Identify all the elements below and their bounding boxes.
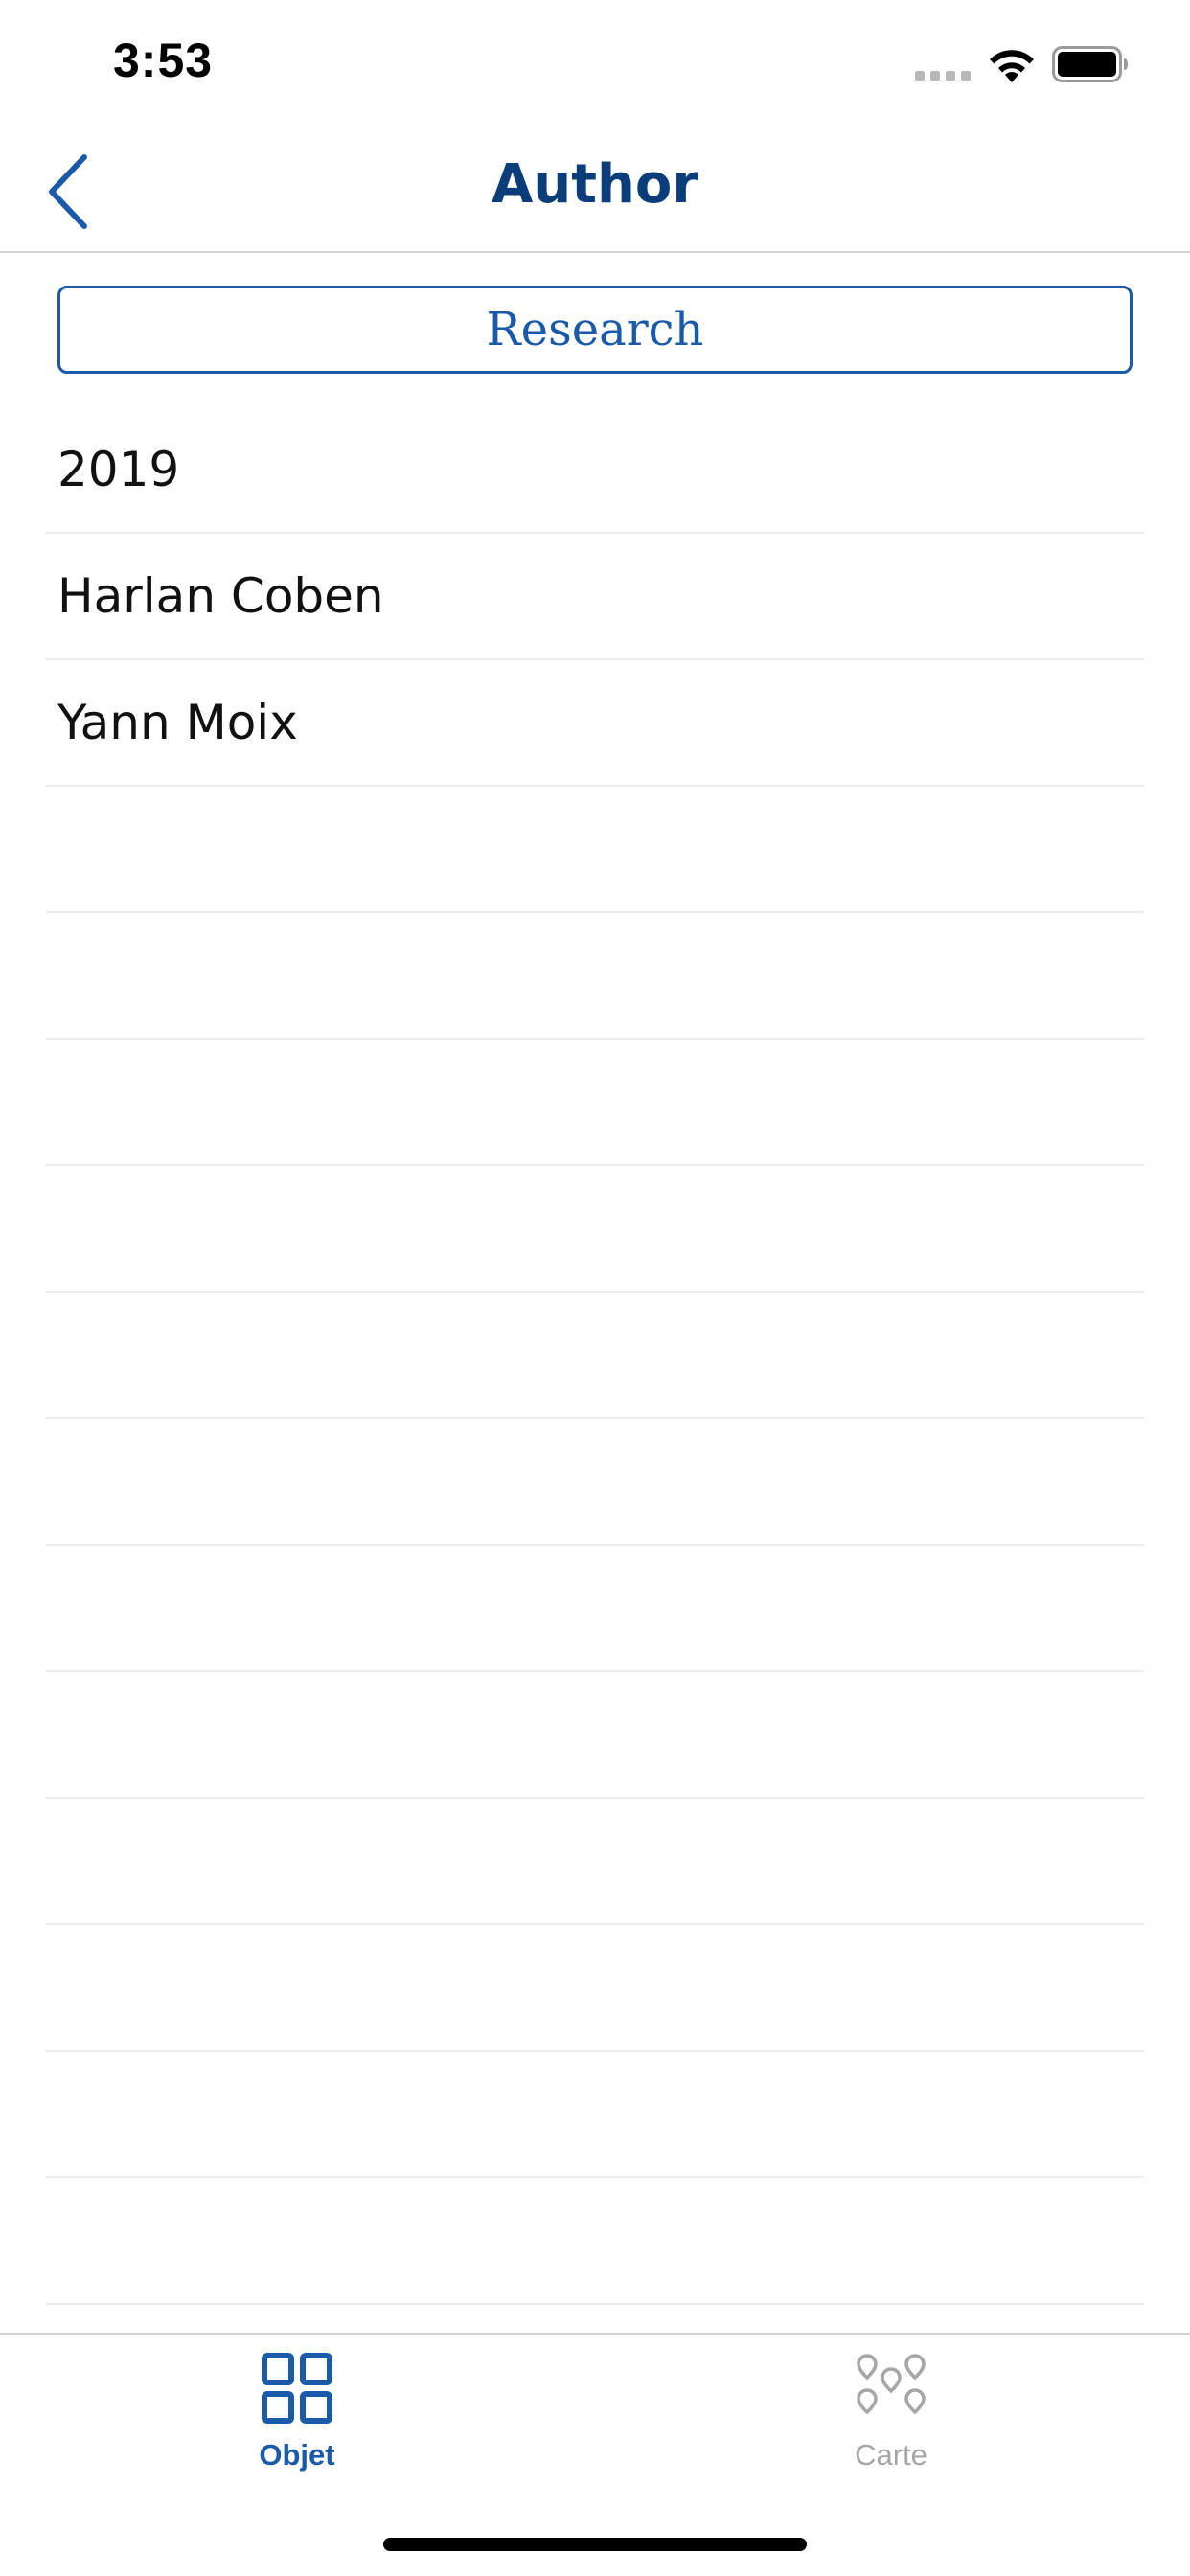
battery-icon bbox=[1052, 46, 1128, 82]
author-list: 2019 Harlan Coben Yann Moix bbox=[46, 407, 1144, 2305]
navigation-bar: Author bbox=[0, 126, 1190, 253]
empty-list-row bbox=[46, 1040, 1144, 1166]
page-title: Author bbox=[492, 153, 698, 216]
screen: 3:53 Author Research 2019 Harlan Coben Y… bbox=[0, 0, 1190, 2576]
empty-list-row bbox=[46, 1166, 1144, 1293]
empty-list-row bbox=[46, 2178, 1144, 2305]
empty-list-row bbox=[46, 1419, 1144, 1546]
list-item[interactable]: 2019 bbox=[46, 407, 1144, 534]
list-item[interactable]: Harlan Coben bbox=[46, 534, 1144, 660]
grid-icon bbox=[262, 2353, 332, 2424]
empty-list-row bbox=[46, 2052, 1144, 2178]
empty-list-row bbox=[46, 913, 1144, 1040]
list-item[interactable]: Yann Moix bbox=[46, 660, 1144, 787]
empty-list-row bbox=[46, 1546, 1144, 1672]
status-time: 3:53 bbox=[113, 34, 214, 87]
tab-objet[interactable]: Objet bbox=[153, 2352, 441, 2486]
empty-list-row bbox=[46, 1925, 1144, 2052]
wifi-icon bbox=[990, 50, 1034, 82]
status-bar: 3:53 bbox=[0, 0, 1190, 126]
list-item-label: Harlan Coben bbox=[57, 568, 384, 624]
empty-list-row bbox=[46, 787, 1144, 913]
home-indicator[interactable] bbox=[383, 2538, 807, 2551]
tab-carte[interactable]: Carte bbox=[747, 2352, 1035, 2486]
map-pins-icon bbox=[857, 2354, 926, 2415]
tab-carte-label: Carte bbox=[855, 2438, 927, 2472]
cellular-signal-icon bbox=[915, 71, 971, 80]
empty-list-row bbox=[46, 1293, 1144, 1419]
list-item-label: Yann Moix bbox=[57, 695, 298, 750]
empty-list-row bbox=[46, 1799, 1144, 1925]
tab-objet-label: Objet bbox=[259, 2438, 335, 2472]
research-button[interactable]: Research bbox=[57, 286, 1133, 374]
list-item-label: 2019 bbox=[57, 442, 180, 497]
empty-list-row bbox=[46, 1672, 1144, 1799]
